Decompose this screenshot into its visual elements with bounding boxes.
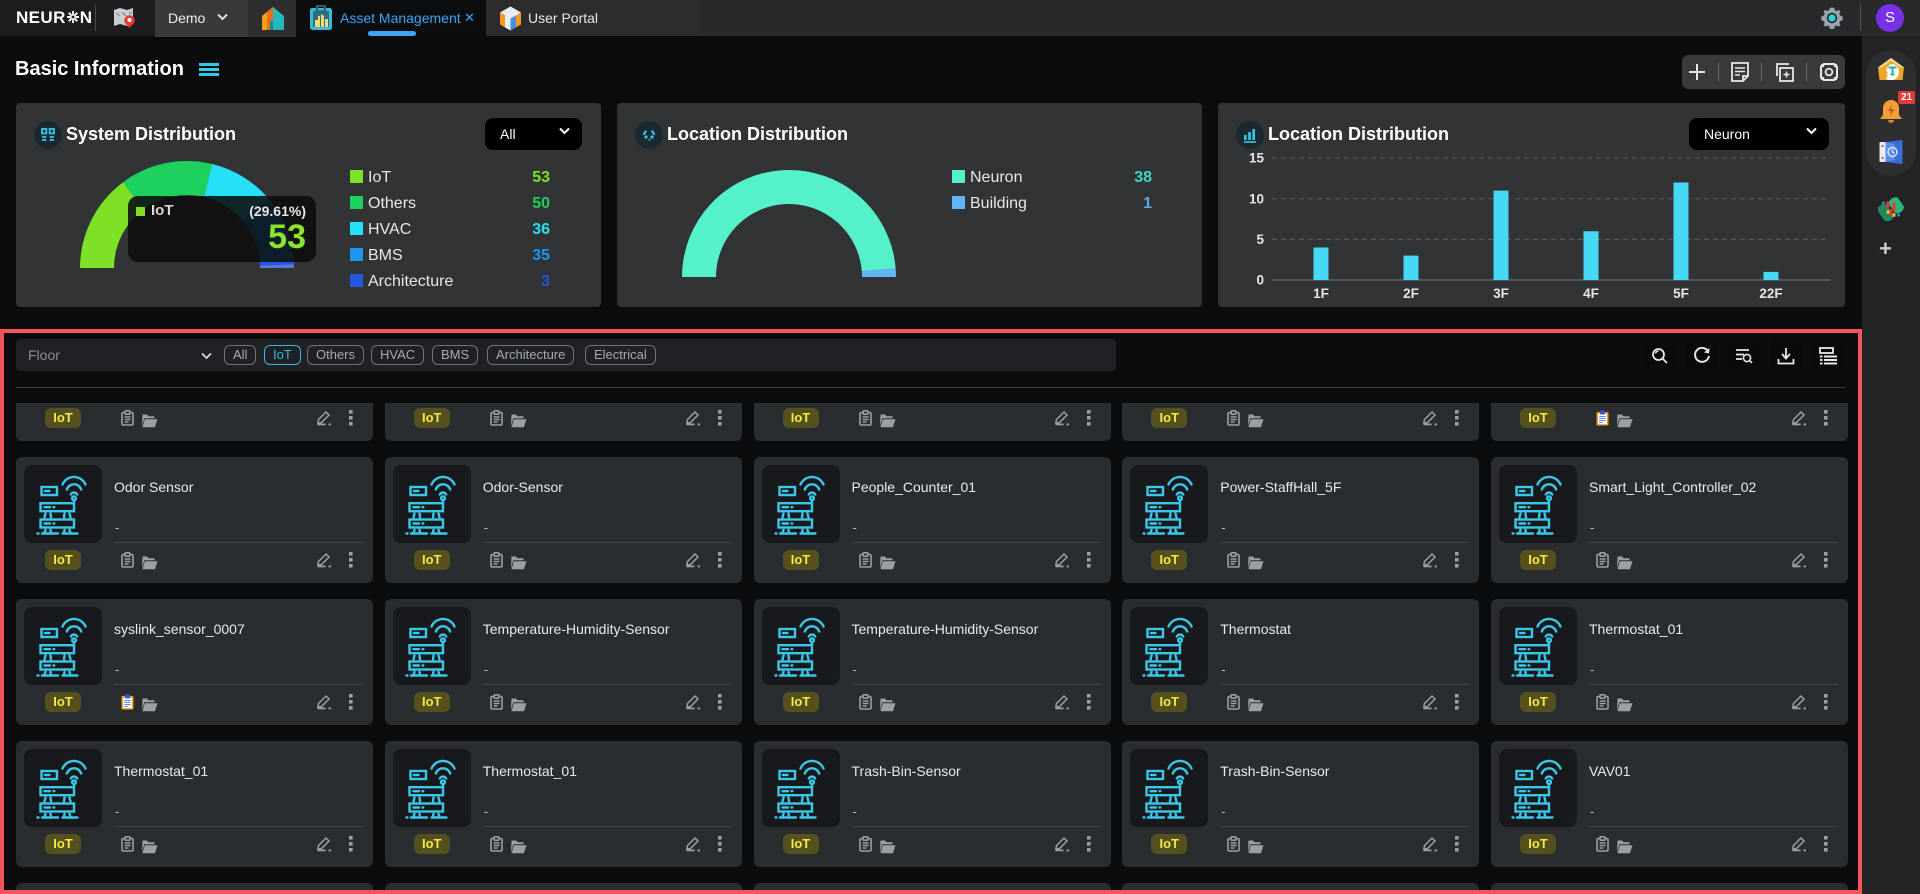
svg-text:4F: 4F xyxy=(1583,286,1599,301)
svg-text:22F: 22F xyxy=(1759,286,1782,301)
svg-text:5F: 5F xyxy=(1673,286,1689,301)
svg-text:5: 5 xyxy=(1256,232,1264,247)
svg-text:2F: 2F xyxy=(1403,286,1419,301)
svg-text:3F: 3F xyxy=(1493,286,1509,301)
svg-text:15: 15 xyxy=(1249,151,1265,166)
svg-text:1F: 1F xyxy=(1313,286,1329,301)
svg-text:10: 10 xyxy=(1249,191,1264,206)
svg-text:0: 0 xyxy=(1256,273,1264,288)
